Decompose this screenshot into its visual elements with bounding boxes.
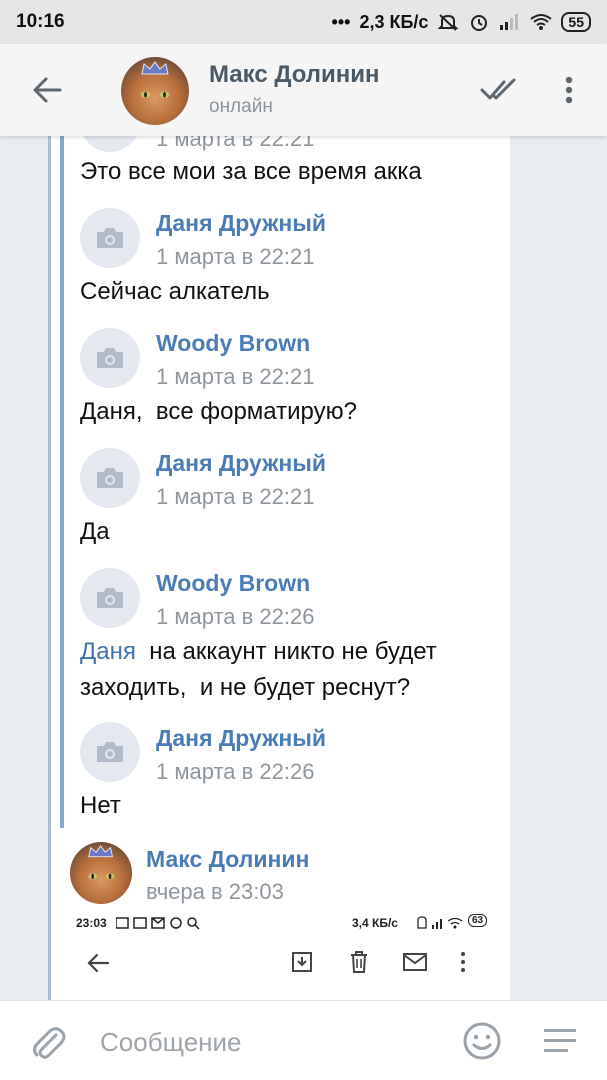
contact-status: онлайн (209, 96, 273, 117)
message-input[interactable] (98, 1019, 442, 1065)
crown-icon (141, 60, 169, 75)
more-options-icon[interactable] (556, 72, 582, 108)
status-bar: 10:16 ••• 2,3 КБ/с 55 (0, 0, 607, 44)
mail-icon (403, 953, 427, 971)
camera-avatar (80, 136, 140, 152)
message-composer (0, 1000, 607, 1080)
inner-time: 23:03 (76, 916, 107, 930)
trash-icon (351, 951, 367, 973)
message-text: Даня на аккаунт никто не будет (80, 634, 437, 670)
message: Даня на аккаунт никто не будет заходить,… (80, 634, 437, 706)
forward-bar (48, 136, 51, 1000)
message-text-line1: на аккаунт никто не будет (135, 638, 437, 665)
inner-status-bar: 23:03 3,4 КБ/с 63 (70, 912, 494, 938)
forward-date: вчера в 23:03 (146, 879, 284, 904)
status-indicators: ••• 2,3 КБ/с 55 (332, 12, 591, 33)
message: Да (80, 514, 110, 550)
contact-name[interactable]: Макс Долинин (209, 61, 380, 89)
message-date: 1 марта в 22:21 (156, 136, 315, 151)
inner-more-icon (461, 952, 465, 972)
contact-avatar[interactable] (121, 57, 189, 125)
inner-speed: 3,4 КБ/с (352, 916, 398, 930)
emoji-icon[interactable] (462, 1021, 502, 1061)
message-text: Да (80, 518, 110, 545)
alarm-icon (471, 15, 488, 31)
camera-avatar (80, 328, 140, 388)
quote-bar (60, 136, 64, 828)
message-text-line2: заходить, и не будет реснут? (80, 674, 411, 701)
message-date: 1 марта в 22:21 (156, 484, 315, 509)
message: Это все мои за все время акка (80, 154, 422, 190)
camera-avatar (80, 722, 140, 782)
message-text: Это все мои за все время акка (80, 158, 422, 185)
camera-icon (97, 588, 123, 608)
cat-eyes-icon (140, 91, 170, 98)
inner-toolbar (70, 940, 494, 1000)
keyboard-menu-icon[interactable] (542, 1025, 578, 1057)
inner-battery: 63 (468, 914, 488, 927)
camera-icon (97, 742, 123, 762)
attach-icon[interactable] (30, 1023, 66, 1063)
message-text: Даня, все форматирую? (80, 398, 357, 425)
message-date: 1 марта в 22:21 (156, 364, 315, 389)
status-dots: ••• (331, 11, 351, 32)
chat-header: Макс Долинин онлайн (0, 44, 607, 136)
inner-signal-icons (417, 916, 463, 929)
wifi-icon (530, 14, 553, 30)
message-text: Сейчас алкатель (80, 278, 270, 305)
inner-back-icon (87, 953, 110, 973)
signal-icon (500, 14, 519, 30)
message-author[interactable]: Даня Дружный (156, 210, 326, 237)
crown-icon (88, 845, 114, 858)
archive-icon (292, 952, 312, 972)
message: Сейчас алкатель (80, 274, 270, 310)
mark-read-icon[interactable] (478, 72, 520, 108)
camera-icon (97, 228, 123, 248)
mute-icon (438, 14, 459, 31)
battery-indicator: 55 (561, 12, 591, 32)
message-author[interactable]: Woody Brown (156, 330, 310, 357)
message-card: 1 марта в 22:21 Это все мои за все время… (48, 136, 510, 1000)
notification-icons (116, 917, 200, 930)
message-date: 1 марта в 22:21 (156, 244, 315, 269)
forward-author-avatar[interactable] (70, 842, 132, 904)
message-text: Нет (80, 792, 121, 819)
camera-icon (97, 468, 123, 488)
message-author[interactable]: Даня Дружный (156, 450, 326, 477)
status-time: 10:16 (16, 11, 65, 32)
camera-avatar (80, 448, 140, 508)
cat-eyes-icon (87, 873, 114, 880)
message-author[interactable]: Woody Brown (156, 570, 310, 597)
camera-avatar (80, 208, 140, 268)
network-speed: 2,3 КБ/с (359, 11, 429, 32)
camera-icon (97, 348, 123, 368)
camera-avatar (80, 568, 140, 628)
message: Даня, все форматирую? (80, 394, 357, 430)
forward-author[interactable]: Макс Долинин (146, 846, 309, 873)
message: Нет (80, 788, 121, 824)
message-author[interactable]: Даня Дружный (156, 725, 326, 752)
message-date: 1 марта в 22:26 (156, 604, 315, 629)
user-mention[interactable]: Даня (80, 638, 136, 665)
back-arrow-icon[interactable] (28, 70, 68, 110)
message-date: 1 марта в 22:26 (156, 759, 315, 784)
attached-screenshot[interactable]: 23:03 3,4 КБ/с 63 (70, 912, 494, 1000)
